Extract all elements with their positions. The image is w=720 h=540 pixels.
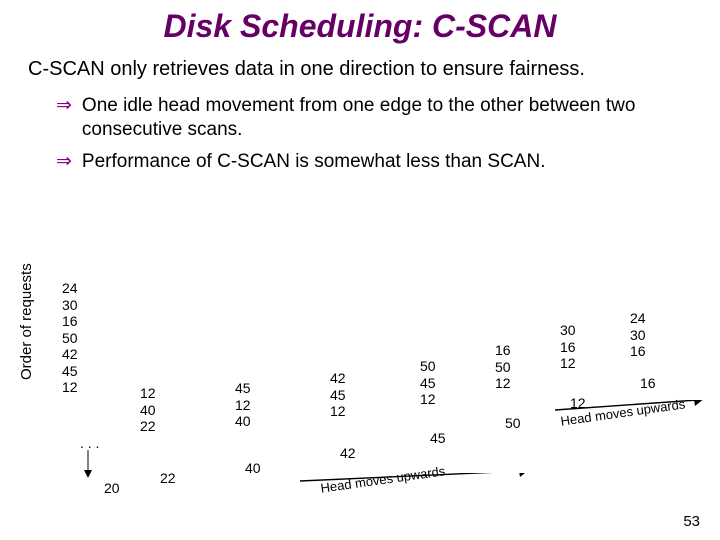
bullet-item: ⇒ Performance of C-SCAN is somewhat less… (56, 150, 720, 174)
queue-column: 165012 (495, 342, 511, 392)
queue-column: 243016 (630, 310, 646, 360)
served-value: 40 (245, 460, 261, 477)
queue-value: 30 (630, 327, 646, 344)
queue-value: 12 (330, 403, 346, 420)
queue-value: 50 (420, 358, 436, 375)
queue-value: 45 (62, 363, 78, 380)
queue-value: 12 (420, 391, 436, 408)
bullet-list: ⇒ One idle head movement from one edge t… (0, 90, 720, 173)
queue-value: 45 (235, 380, 251, 397)
queue-value: 45 (330, 387, 346, 404)
queue-value: 12 (560, 355, 576, 372)
queue-value: 50 (495, 359, 511, 376)
queue-value: 40 (140, 402, 156, 419)
down-arrow-icon (82, 450, 94, 478)
double-arrow-icon: ⇒ (56, 94, 72, 118)
queue-value: 42 (62, 346, 78, 363)
double-arrow-icon: ⇒ (56, 150, 72, 174)
served-value: 45 (430, 430, 446, 447)
page-number: 53 (683, 513, 700, 530)
bullet-text: One idle head movement from one edge to … (82, 94, 720, 142)
queue-column: 451240 (235, 380, 251, 430)
served-value: 20 (104, 480, 120, 497)
queue-value: 24 (62, 280, 78, 297)
queue-value: 40 (235, 413, 251, 430)
queue-value: 50 (62, 330, 78, 347)
served-value: 42 (340, 445, 356, 462)
queue-value: 45 (420, 375, 436, 392)
page-title: Disk Scheduling: C-SCAN (0, 0, 720, 45)
served-value: . . . (80, 435, 99, 452)
queue-column: 24301650424512 (62, 280, 78, 396)
queue-value: 12 (235, 397, 251, 414)
queue-column: 424512 (330, 370, 346, 420)
queue-value: 16 (495, 342, 511, 359)
served-value: 16 (640, 375, 656, 392)
head-label-1: Head moves upwards (320, 463, 447, 495)
bullet-item: ⇒ One idle head movement from one edge t… (56, 94, 720, 142)
bullet-text: Performance of C-SCAN is somewhat less t… (82, 150, 546, 174)
queue-value: 12 (495, 375, 511, 392)
queue-value: 30 (560, 322, 576, 339)
served-value: 50 (505, 415, 521, 432)
intro-text: C-SCAN only retrieves data in one direct… (0, 45, 720, 90)
queue-column: 301612 (560, 322, 576, 372)
queue-value: 22 (140, 418, 156, 435)
queue-value: 42 (330, 370, 346, 387)
queue-value: 16 (630, 343, 646, 360)
diagram-area: Order of requests 2430165042451212402245… (0, 280, 720, 530)
served-value: 22 (160, 470, 176, 487)
queue-value: 24 (630, 310, 646, 327)
queue-value: 30 (62, 297, 78, 314)
queue-value: 16 (62, 313, 78, 330)
queue-value: 12 (140, 385, 156, 402)
queue-value: 12 (62, 379, 78, 396)
queue-value: 16 (560, 339, 576, 356)
queue-column: 504512 (420, 358, 436, 408)
y-axis-label: Order of requests (18, 263, 35, 380)
queue-column: 124022 (140, 385, 156, 435)
